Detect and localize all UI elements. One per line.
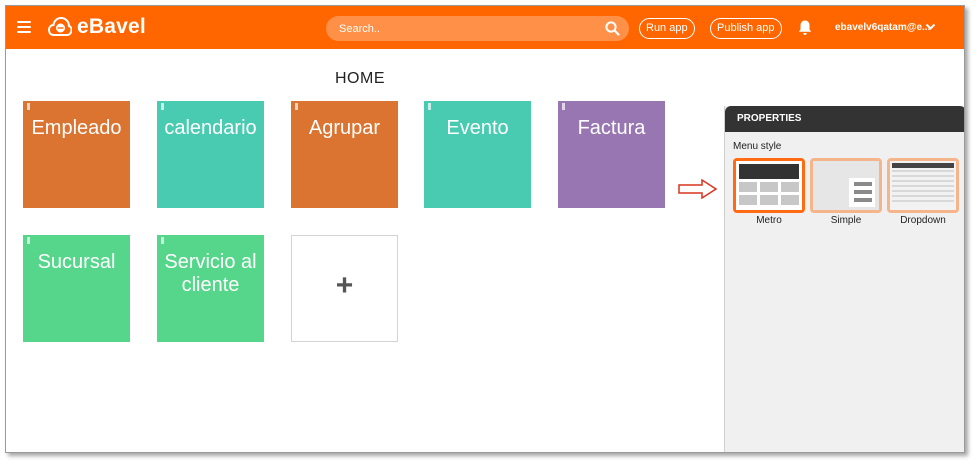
search-input[interactable] — [339, 16, 589, 41]
properties-title: PROPERTIES — [725, 106, 964, 132]
page-title: HOME — [335, 70, 385, 87]
user-email[interactable]: ebavelv6qatam@e... — [835, 22, 930, 33]
arrow-right-icon — [678, 179, 718, 199]
metro-label: Metro — [756, 215, 782, 226]
top-bar: eBavel Run app Publish app ebavelv6qatam… — [6, 6, 964, 49]
pin-icon — [27, 103, 30, 110]
search-icon[interactable] — [605, 21, 620, 36]
dropdown-preview-icon — [890, 161, 956, 210]
menu-style-metro-option[interactable] — [733, 158, 805, 213]
app-name: eBavel — [77, 15, 146, 38]
menu-style-label: Menu style — [733, 141, 782, 152]
search-bar — [326, 16, 629, 41]
tile-empleado[interactable]: Empleado — [23, 101, 130, 208]
menu-style-dropdown-option[interactable] — [887, 158, 959, 213]
tile-factura[interactable]: Factura — [558, 101, 665, 208]
tile-servicio-al-cliente[interactable]: Servicio al cliente — [157, 235, 264, 342]
cloud-e-logo-icon — [48, 16, 72, 36]
chevron-down-icon[interactable] — [925, 23, 936, 31]
tile-label: Evento — [446, 117, 509, 139]
tile-label: Servicio al cliente — [164, 251, 257, 296]
publish-app-button[interactable]: Publish app — [710, 18, 782, 39]
app-logo[interactable]: eBavel — [48, 15, 146, 39]
tile-label: Factura — [577, 117, 646, 139]
tile-label: calendario — [164, 117, 257, 139]
tile-agrupar[interactable]: Agrupar — [291, 101, 398, 208]
add-tile-button[interactable]: + — [291, 235, 398, 342]
dropdown-label: Dropdown — [900, 215, 946, 226]
tile-label: Empleado — [31, 117, 122, 139]
tile-label: Sucursal — [37, 251, 116, 273]
run-app-button[interactable]: Run app — [639, 18, 695, 39]
hamburger-menu-icon[interactable] — [17, 21, 31, 33]
menu-style-simple-option[interactable] — [810, 158, 882, 213]
plus-icon: + — [335, 269, 354, 302]
pin-icon — [161, 237, 164, 244]
tile-label: Agrupar — [308, 117, 381, 139]
pin-icon — [428, 103, 431, 110]
simple-preview-icon — [813, 161, 879, 210]
tile-calendario[interactable]: calendario — [157, 101, 264, 208]
pin-icon — [161, 103, 164, 110]
simple-label: Simple — [830, 215, 862, 226]
metro-preview-icon — [736, 161, 802, 210]
properties-panel: PROPERTIES Menu style Metro Simple Dropd… — [724, 106, 964, 452]
app-window: eBavel Run app Publish app ebavelv6qatam… — [5, 5, 965, 453]
pin-icon — [295, 103, 298, 110]
pin-icon — [27, 237, 30, 244]
bell-icon[interactable] — [797, 19, 813, 36]
tile-sucursal[interactable]: Sucursal — [23, 235, 130, 342]
tile-evento[interactable]: Evento — [424, 101, 531, 208]
pin-icon — [562, 103, 565, 110]
